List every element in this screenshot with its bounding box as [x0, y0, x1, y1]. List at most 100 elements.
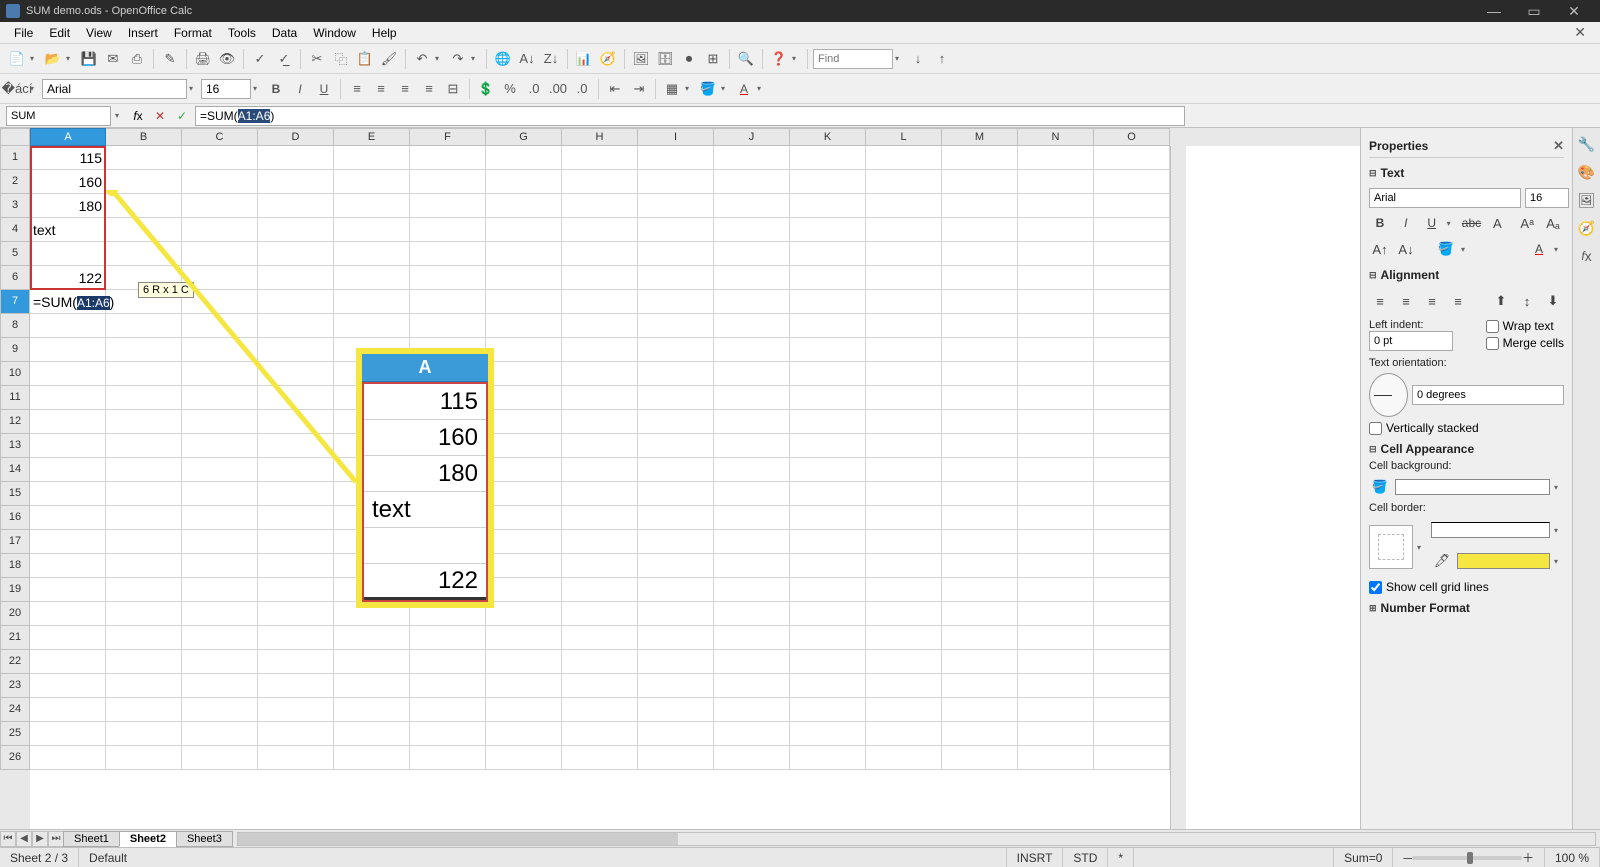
font-name-input[interactable] — [42, 79, 187, 99]
cell[interactable] — [1018, 698, 1094, 722]
cell[interactable] — [258, 410, 334, 434]
cell[interactable] — [106, 194, 182, 218]
column-header[interactable]: C — [182, 128, 258, 146]
cell[interactable] — [1018, 266, 1094, 290]
cell[interactable] — [1094, 410, 1170, 434]
cell[interactable] — [182, 554, 258, 578]
column-header[interactable]: E — [334, 128, 410, 146]
cell[interactable] — [258, 314, 334, 338]
cell[interactable] — [486, 314, 562, 338]
cell[interactable] — [714, 458, 790, 482]
row-header[interactable]: 12 — [0, 410, 30, 434]
cell[interactable] — [562, 146, 638, 170]
row-header[interactable]: 3 — [0, 194, 30, 218]
cell[interactable] — [486, 170, 562, 194]
cell[interactable] — [562, 266, 638, 290]
cell[interactable] — [1018, 458, 1094, 482]
cell[interactable] — [562, 626, 638, 650]
align-justify-icon[interactable]: ≡ — [418, 78, 440, 100]
cell[interactable] — [258, 146, 334, 170]
autospell-icon[interactable]: ✓̲ — [273, 48, 295, 70]
cell[interactable] — [106, 146, 182, 170]
cell[interactable] — [106, 242, 182, 266]
close-button[interactable]: ✕ — [1554, 0, 1594, 22]
sidebar-shadow-icon[interactable]: A — [1486, 212, 1508, 234]
column-header[interactable]: D — [258, 128, 334, 146]
cell[interactable] — [942, 698, 1018, 722]
cell[interactable] — [1018, 674, 1094, 698]
cell[interactable] — [790, 578, 866, 602]
cell[interactable] — [334, 290, 410, 314]
border-preview-dropdown[interactable]: ▾ — [1417, 543, 1427, 552]
cell[interactable] — [258, 338, 334, 362]
cell[interactable] — [714, 530, 790, 554]
cell[interactable] — [866, 650, 942, 674]
cell[interactable] — [562, 650, 638, 674]
panel-close-icon[interactable]: ✕ — [1553, 138, 1564, 154]
align-center-icon[interactable]: ≡ — [370, 78, 392, 100]
cell[interactable] — [30, 746, 106, 770]
numfmt-section-header[interactable]: ⊞Number Format — [1369, 597, 1564, 619]
cell[interactable] — [30, 434, 106, 458]
cell[interactable] — [866, 386, 942, 410]
edit-file-icon[interactable]: ✎ — [159, 48, 181, 70]
border-color-swatch[interactable] — [1457, 553, 1550, 569]
cell[interactable] — [486, 698, 562, 722]
cell[interactable] — [182, 170, 258, 194]
bg-picker-icon[interactable]: 🪣 — [1369, 476, 1391, 498]
wrap-text-checkbox[interactable]: Wrap text — [1486, 319, 1564, 333]
cell[interactable] — [30, 362, 106, 386]
number-format-icon[interactable]: .0 — [523, 78, 545, 100]
cell[interactable] — [866, 578, 942, 602]
cell[interactable] — [334, 146, 410, 170]
cell[interactable] — [562, 242, 638, 266]
cell[interactable] — [866, 482, 942, 506]
cell[interactable] — [638, 194, 714, 218]
cell[interactable] — [258, 386, 334, 410]
cell[interactable] — [258, 650, 334, 674]
cell[interactable] — [562, 170, 638, 194]
cell[interactable] — [1094, 146, 1170, 170]
sheet-tab[interactable]: Sheet3 — [176, 831, 233, 847]
cell[interactable] — [30, 338, 106, 362]
row-header[interactable]: 7 — [0, 290, 30, 314]
cell[interactable] — [1018, 338, 1094, 362]
cell[interactable] — [1094, 674, 1170, 698]
cell[interactable] — [714, 578, 790, 602]
cell[interactable] — [258, 458, 334, 482]
cell[interactable] — [790, 674, 866, 698]
cell[interactable] — [1018, 578, 1094, 602]
cell[interactable] — [1094, 578, 1170, 602]
cell[interactable] — [790, 434, 866, 458]
cell[interactable] — [562, 338, 638, 362]
cell[interactable] — [866, 530, 942, 554]
cell[interactable] — [866, 266, 942, 290]
cell[interactable] — [866, 554, 942, 578]
cell[interactable] — [30, 626, 106, 650]
borders-icon[interactable]: ▦ — [661, 78, 683, 100]
sidebar-super-icon[interactable]: Aᵃ — [1516, 212, 1538, 234]
cell[interactable] — [942, 602, 1018, 626]
cell[interactable] — [562, 746, 638, 770]
cell[interactable] — [1094, 386, 1170, 410]
cell[interactable] — [638, 218, 714, 242]
sidebar-fontcolor-dropdown[interactable]: ▾ — [1554, 245, 1564, 254]
cell[interactable] — [714, 314, 790, 338]
row-header[interactable]: 18 — [0, 554, 30, 578]
border-style[interactable] — [1431, 522, 1550, 538]
cell[interactable] — [562, 362, 638, 386]
find-dropdown[interactable]: ▾ — [895, 54, 905, 63]
cell[interactable] — [638, 626, 714, 650]
cell[interactable] — [182, 146, 258, 170]
paintbrush-icon[interactable]: 🖌 — [378, 48, 400, 70]
orientation-input[interactable] — [1412, 385, 1564, 405]
column-header[interactable]: K — [790, 128, 866, 146]
cell-grid[interactable]: 6 R x 1 C 115160180text122=SUM(A1:A6) — [30, 146, 1170, 829]
cell[interactable] — [182, 314, 258, 338]
accept-icon[interactable]: ✓ — [173, 107, 191, 125]
cell[interactable] — [866, 722, 942, 746]
menu-tools[interactable]: Tools — [220, 24, 264, 42]
cell[interactable] — [106, 746, 182, 770]
cell[interactable] — [562, 578, 638, 602]
cell[interactable] — [30, 482, 106, 506]
